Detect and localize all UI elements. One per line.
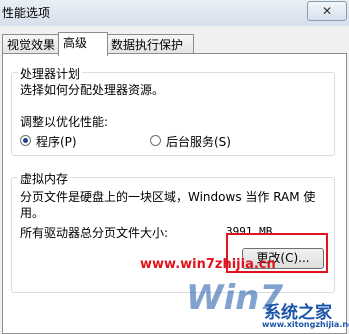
background-services-radio[interactable]: [150, 135, 161, 146]
processor-description: 选择如何分配处理器资源。: [20, 83, 165, 97]
close-icon: ✕: [321, 4, 333, 18]
title-bar: 性能选项 ✕: [0, 0, 349, 27]
watermark-url: www.win7zhijia.cn: [140, 257, 276, 272]
window-title: 性能选项: [2, 6, 51, 20]
watermark-site-url: www.xitongzhijia.net: [262, 320, 349, 329]
tab-data-execution-prevention[interactable]: 数据执行保护: [106, 34, 194, 55]
processor-scheduling-group: 处理器计划 选择如何分配处理器资源。 调整以优化性能: 程序(P) 后台服务(S…: [11, 65, 335, 156]
virtual-memory-description-line1: 分页文件是硬盘上的一块区域，Windows 当作 RAM 使: [20, 190, 316, 204]
background-services-radio-label: 后台服务(S): [166, 135, 231, 149]
tab-advanced[interactable]: 高级: [58, 32, 108, 56]
advanced-panel: 处理器计划 选择如何分配处理器资源。 调整以优化性能: 程序(P) 后台服务(S…: [2, 53, 347, 334]
close-button[interactable]: ✕: [307, 1, 347, 21]
programs-radio-option[interactable]: 程序(P): [20, 133, 77, 150]
total-paging-file-label: 所有驱动器总分页文件大小:: [20, 226, 169, 240]
background-services-radio-option[interactable]: 后台服务(S): [150, 133, 231, 150]
processor-scheduling-legend: 处理器计划: [18, 65, 83, 82]
performance-options-dialog: 视觉效果 高级 数据执行保护 处理器计划 选择如何分配处理器资源。 调整以优化性…: [0, 26, 349, 334]
virtual-memory-description-line2: 用。: [20, 206, 45, 220]
programs-radio[interactable]: [20, 135, 31, 146]
adjust-performance-label: 调整以优化性能:: [20, 115, 109, 129]
virtual-memory-legend: 虚拟内存: [18, 170, 71, 187]
tab-visual-effects[interactable]: 视觉效果: [2, 34, 64, 55]
